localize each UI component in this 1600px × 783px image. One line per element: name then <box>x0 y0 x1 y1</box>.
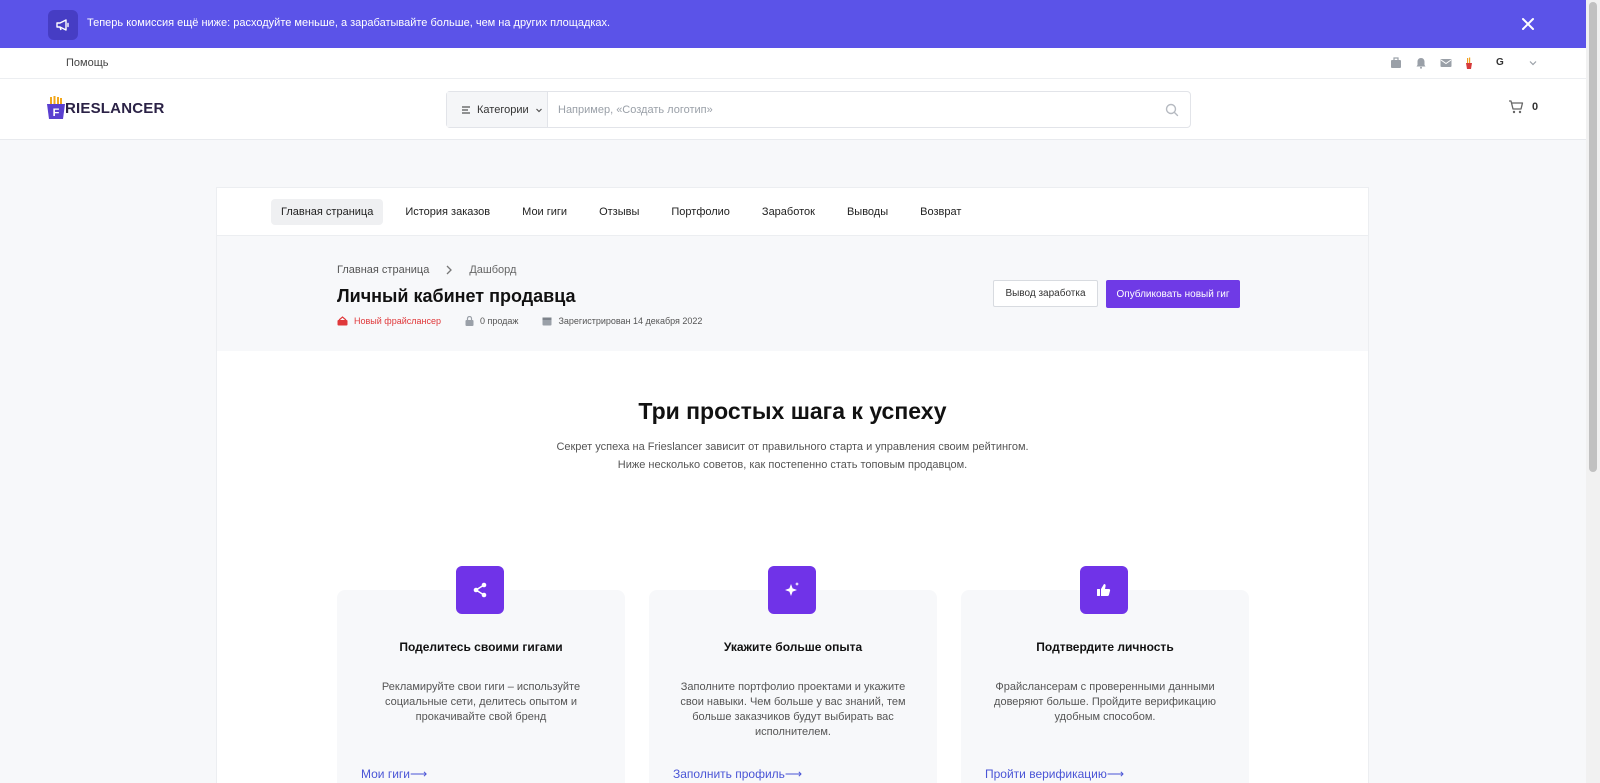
withdraw-earnings-button[interactable]: Вывод заработка <box>993 280 1098 307</box>
breadcrumb-home[interactable]: Главная страница <box>337 264 429 276</box>
chevron-down-icon[interactable] <box>1525 55 1541 71</box>
site-header: F RIESLANCER Категории 0 <box>0 79 1586 140</box>
registration-date: Зарегистрирован 14 декабря 2022 <box>542 316 702 326</box>
lock-icon <box>465 316 474 326</box>
seller-meta: Новый фрайслансер 0 продаж Зарегистриров… <box>337 316 702 326</box>
fill-profile-link[interactable]: Заполнить профиль⟶ <box>673 767 802 781</box>
cart-count: 0 <box>1532 101 1539 113</box>
step-title: Укажите больше опыта <box>723 640 863 654</box>
logo[interactable]: F RIESLANCER <box>47 96 165 120</box>
step-description: Заполните портфолио проектами и укажите … <box>680 681 906 738</box>
verify-identity-link[interactable]: Пройти верификацию⟶ <box>985 767 1124 781</box>
sales-count-label: 0 продаж <box>479 316 519 326</box>
thumbs-up-icon <box>1080 566 1128 614</box>
registration-date-label: Зарегистрирован 14 декабря 2022 <box>558 316 703 326</box>
sparkle-icon <box>768 566 816 614</box>
steps-subtitle: Секрет успеха на Frieslancer зависит от … <box>217 438 1368 474</box>
step-card-experience: Укажите больше опыта Заполните портфолио… <box>649 566 937 783</box>
step-card-verify: Подтвердите личность Фрайслансерам с про… <box>961 566 1249 783</box>
search-bar: Категории <box>446 91 1191 128</box>
menu-icon <box>462 105 470 114</box>
share-icon <box>456 566 504 614</box>
categories-dropdown[interactable]: Категории <box>447 92 548 127</box>
level-icon <box>337 316 348 326</box>
chevron-right-icon <box>446 265 453 275</box>
briefcase-icon[interactable] <box>1388 55 1404 71</box>
steps-subtitle-line: Ниже несколько советов, как постепенно с… <box>617 459 968 471</box>
tab-reviews[interactable]: Отзывы <box>589 199 649 225</box>
calendar-icon <box>542 317 552 326</box>
dashboard-card: Главная страница История заказов Мои гиг… <box>216 187 1369 783</box>
announcement-text: Теперь комиссия ещё ниже: расходуйте мен… <box>87 17 611 29</box>
sales-count: 0 продаж <box>465 316 518 326</box>
search-icon[interactable] <box>1154 92 1190 127</box>
tab-order-history[interactable]: История заказов <box>395 199 500 225</box>
seller-level: Новый фрайслансер <box>337 316 441 326</box>
announcement-bar: Теперь комиссия ещё ниже: расходуйте мен… <box>0 0 1586 48</box>
utility-bar: Помощь G <box>0 48 1586 79</box>
step-description: Фрайслансерам с проверенными данными дов… <box>994 681 1216 723</box>
step-title: Поделитесь своими гигами <box>399 640 563 654</box>
logo-text: RIESLANCER <box>65 99 165 117</box>
mail-icon[interactable] <box>1438 55 1454 71</box>
fries-icon[interactable] <box>1461 55 1477 71</box>
step-description: Рекламируйте свои гиги – используйте соц… <box>381 681 581 723</box>
megaphone-icon <box>48 10 78 40</box>
close-icon[interactable] <box>1518 14 1538 34</box>
avatar[interactable]: G <box>1496 57 1504 68</box>
help-link[interactable]: Помощь <box>66 57 109 69</box>
breadcrumb: Главная страница Дашборд <box>337 264 516 276</box>
dashboard-tabs: Главная страница История заказов Мои гиг… <box>217 188 1368 236</box>
tab-portfolio[interactable]: Портфолио <box>661 199 740 225</box>
tab-earnings[interactable]: Заработок <box>752 199 825 225</box>
steps-title: Три простых шага к успеху <box>638 398 947 424</box>
categories-label: Категории <box>477 103 529 116</box>
logo-icon: F <box>47 96 65 119</box>
page-title: Личный кабинет продавца <box>337 286 576 306</box>
steps-subtitle-line: Секрет успеха на Frieslancer зависит от … <box>556 441 1029 453</box>
cart-button[interactable]: 0 <box>1508 99 1538 115</box>
svg-text:F: F <box>53 107 60 119</box>
cart-icon <box>1509 100 1524 114</box>
chevron-down-icon <box>535 108 542 112</box>
breadcrumb-current: Дашборд <box>469 264 517 276</box>
my-gigs-link[interactable]: Мои гиги⟶ <box>361 767 427 781</box>
tab-withdrawals[interactable]: Выводы <box>837 199 898 225</box>
scrollbar[interactable] <box>1586 0 1600 783</box>
search-input[interactable] <box>548 92 1154 127</box>
bell-icon[interactable] <box>1413 55 1429 71</box>
tab-my-gigs[interactable]: Мои гиги <box>512 199 577 225</box>
step-card-share: Поделитесь своими гигами Рекламируйте св… <box>337 566 625 783</box>
dashboard-header: Главная страница Дашборд Личный кабинет … <box>217 236 1368 351</box>
step-title: Подтвердите личность <box>1036 640 1174 654</box>
scrollbar-thumb[interactable] <box>1589 2 1597 472</box>
tab-refunds[interactable]: Возврат <box>910 199 971 225</box>
seller-level-label: Новый фрайслансер <box>354 316 441 326</box>
tab-home[interactable]: Главная страница <box>271 198 384 225</box>
publish-gig-button[interactable]: Опубликовать новый гиг <box>1106 280 1240 308</box>
